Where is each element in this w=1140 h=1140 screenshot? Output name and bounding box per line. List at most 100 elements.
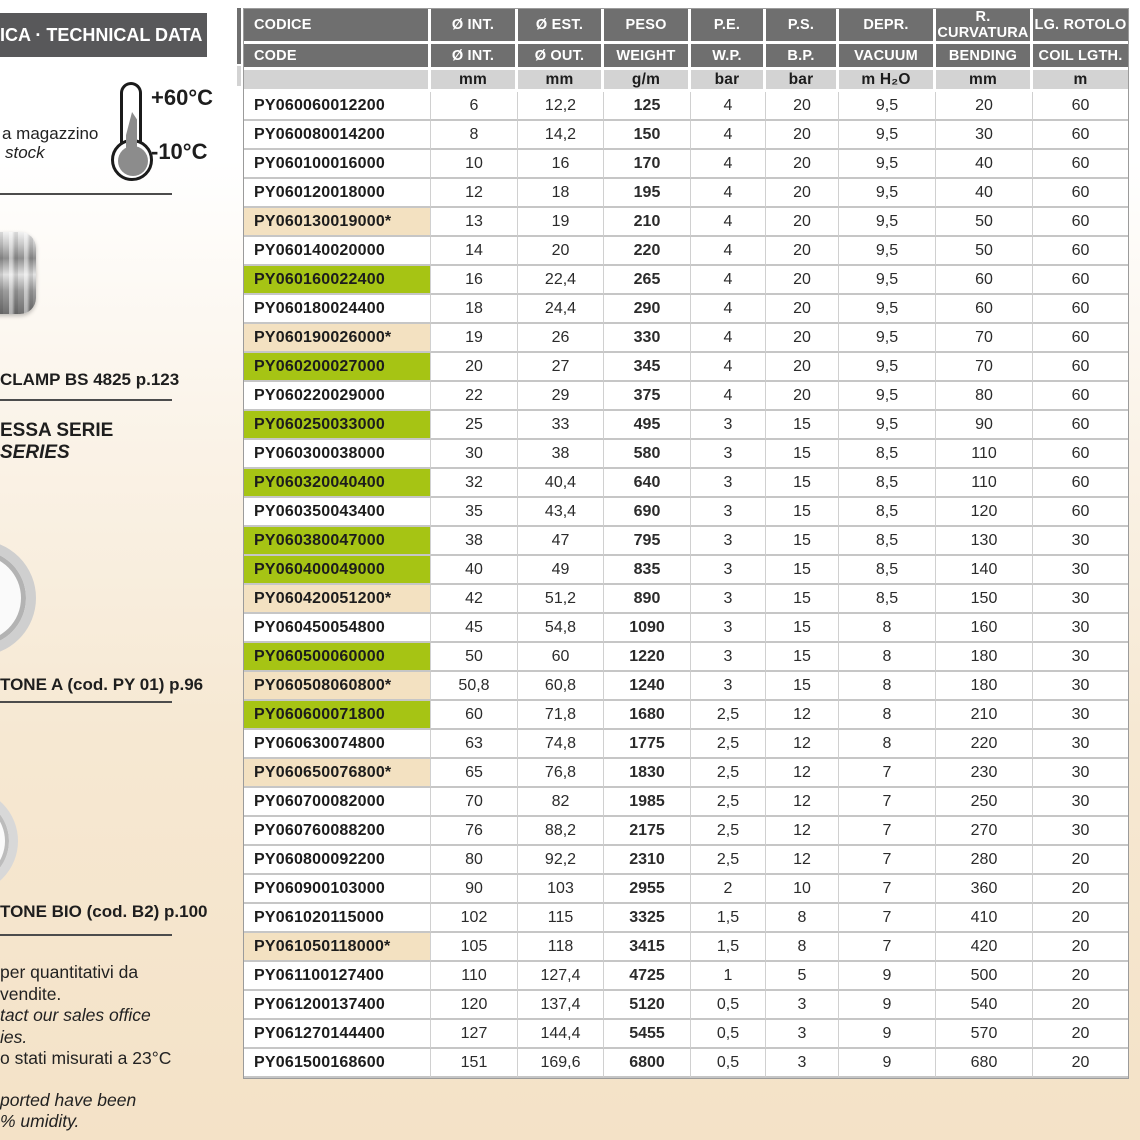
product-code-cell: PY060400049000 [244,556,431,585]
table-row: PY060350043400 35 43,4 690 3 15 8,5 120 60 [244,498,1128,527]
value-cell: 1240 [604,672,691,701]
value-cell: 1 [691,962,766,991]
table-row: PY060120018000 12 18 195 4 20 9,5 40 60 [244,179,1128,208]
value-cell: 127 [431,1020,518,1049]
value-cell: 9,5 [839,92,936,121]
column-header-code: CODE [244,44,431,70]
value-cell: 40 [431,556,518,585]
value-cell: 60 [1033,469,1128,498]
value-cell: 3 [691,440,766,469]
value-cell: 151 [431,1049,518,1078]
value-cell: 43,4 [518,498,604,527]
value-cell: 20 [766,266,839,295]
value-cell: 20 [1033,904,1128,933]
value-cell: 6 [431,92,518,121]
value-cell: 160 [936,614,1033,643]
value-cell: 9 [839,962,936,991]
product-code-cell: PY060130019000* [244,208,431,237]
product-code-cell: PY061020115000 [244,904,431,933]
divider [0,701,172,703]
value-cell: 7 [839,817,936,846]
value-cell: 3325 [604,904,691,933]
column-header: Ø INT. [431,44,518,70]
column-header: W.P. [691,44,766,70]
value-cell: 9,5 [839,324,936,353]
column-header: mm [518,70,604,92]
hose-coil-image [0,540,36,656]
value-cell: 220 [936,730,1033,759]
value-cell: 19 [518,208,604,237]
value-cell: 210 [604,208,691,237]
table-row: PY061100127400 110 127,4 4725 1 5 9 500 20 [244,962,1128,991]
table-row: PY061270144400 127 144,4 5455 0,5 3 9 570 20 [244,1020,1128,1049]
value-cell: 60 [1033,411,1128,440]
temperature-min-label: -10°C [151,139,208,164]
product-code-cell: PY060800092200 [244,846,431,875]
value-cell: 2,5 [691,846,766,875]
product-code-cell: PY060700082000 [244,788,431,817]
value-cell: 33 [518,411,604,440]
column-header: Ø OUT. [518,44,604,70]
value-cell: 20 [766,295,839,324]
value-cell: 9,5 [839,295,936,324]
column-header: m [1033,70,1128,92]
value-cell: 10 [766,875,839,904]
value-cell: 2,5 [691,701,766,730]
value-cell: 30 [1033,614,1128,643]
table-row: PY060760088200 76 88,2 2175 2,5 12 7 270 30 [244,817,1128,846]
divider [0,934,172,936]
table-body: PY060060012200 6 12,2 125 4 20 9,5 20 60 PY060080… [244,92,1128,1078]
table-row: PY060250033000 25 33 495 3 15 9,5 90 60 [244,411,1128,440]
value-cell: 70 [431,788,518,817]
value-cell: 70 [936,324,1033,353]
pytone-a-page-reference: TONE A (cod. PY 01) p.96 [0,675,204,694]
value-cell: 1090 [604,614,691,643]
value-cell: 9 [839,1020,936,1049]
value-cell: 50 [936,237,1033,266]
value-cell: 1775 [604,730,691,759]
product-code-cell: PY060420051200* [244,585,431,614]
product-code-cell: PY060180024400 [244,295,431,324]
column-header: PESO [604,9,691,44]
column-header: g/m [604,70,691,92]
value-cell: 12 [766,788,839,817]
value-cell: 150 [604,121,691,150]
table-row: PY060900103000 90 103 2955 2 10 7 360 20 [244,875,1128,904]
value-cell: 40,4 [518,469,604,498]
column-header: B.P. [766,44,839,70]
table-row: PY060080014200 8 14,2 150 4 20 9,5 30 60 [244,121,1128,150]
same-series-line-it: ESSA SERIE [0,420,114,441]
value-cell: 150 [936,585,1033,614]
value-cell: 20 [1033,1049,1128,1078]
stock-availability-label-en: stock [5,143,45,162]
value-cell: 8,5 [839,440,936,469]
value-cell: 50 [431,643,518,672]
value-cell: 118 [518,933,604,962]
value-cell: 30 [1033,701,1128,730]
value-cell: 5 [766,962,839,991]
value-cell: 90 [431,875,518,904]
value-cell: 195 [604,179,691,208]
value-cell: 60 [1033,208,1128,237]
value-cell: 35 [431,498,518,527]
value-cell: 270 [936,817,1033,846]
value-cell: 60 [1033,150,1128,179]
value-cell: 290 [604,295,691,324]
table-header-row: mm mm g/m bar bar m H₂O mm m [244,70,1128,92]
column-header: COIL LGTH. [1033,44,1128,70]
value-cell: 60 [1033,295,1128,324]
value-cell: 9,5 [839,353,936,382]
value-cell: 4 [691,208,766,237]
value-cell: 3 [766,1020,839,1049]
value-cell: 7 [839,846,936,875]
value-cell: 9,5 [839,411,936,440]
value-cell: 20 [766,353,839,382]
table-row: PY060420051200* 42 51,2 890 3 15 8,5 150 30 [244,585,1128,614]
value-cell: 15 [766,440,839,469]
value-cell: 3415 [604,933,691,962]
column-header: Ø INT. [431,9,518,44]
value-cell: 4 [691,382,766,411]
value-cell: 30 [1033,788,1128,817]
value-cell: 137,4 [518,991,604,1020]
value-cell: 60 [1033,324,1128,353]
